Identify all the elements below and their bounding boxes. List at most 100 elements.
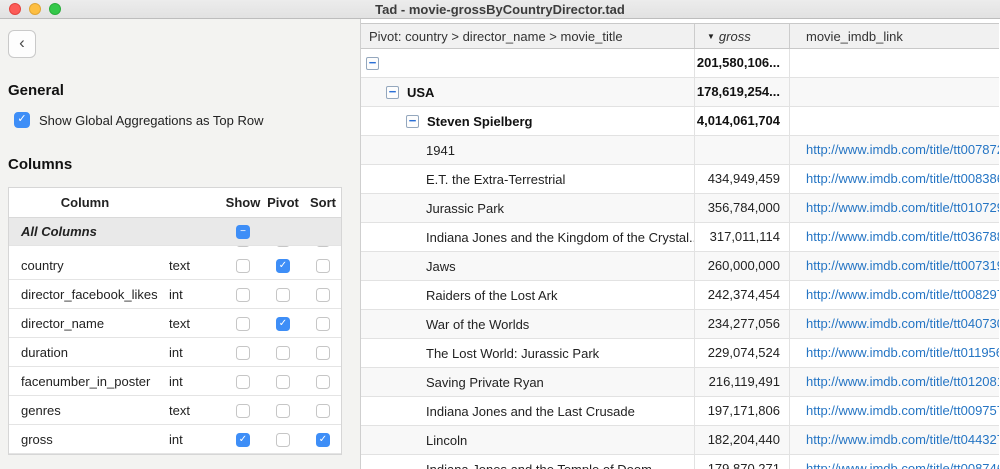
pivot-cell: − War of the Worlds (361, 310, 695, 338)
table-row[interactable]: − Lincoln 182,204,440 http://www.imdb.co… (361, 426, 999, 455)
table-row[interactable]: − The Lost World: Jurassic Park 229,074,… (361, 339, 999, 368)
gross-cell: 216,119,491 (695, 368, 790, 396)
imdb-link[interactable]: http://www.imdb.com/title/tt0407304/?r (806, 316, 999, 331)
table-row[interactable]: − Indiana Jones and the Temple of Doom 1… (361, 455, 999, 469)
imdb-link[interactable]: http://www.imdb.com/title/tt0120815/?r (806, 374, 999, 389)
collapse-toggle-icon[interactable]: − (406, 115, 419, 128)
column-row[interactable]: director_name text ✓ (9, 309, 341, 338)
imdb-link[interactable]: http://www.imdb.com/title/tt0443272/?r (806, 432, 999, 447)
pivot-checkbox[interactable] (276, 433, 290, 447)
pivot-checkbox[interactable]: ✓ (276, 317, 290, 331)
imdb-link-column-header[interactable]: movie_imdb_link (790, 29, 999, 44)
pivot-checkbox[interactable] (276, 346, 290, 360)
column-row[interactable]: genres text (9, 396, 341, 425)
columns-table-header: Column Show Pivot Sort (9, 188, 341, 218)
imdb-link[interactable]: http://www.imdb.com/title/tt0097576/?r (806, 403, 999, 418)
columns-table: Column Show Pivot Sort All Columns − (8, 187, 342, 455)
column-type: int (161, 287, 223, 302)
gross-cell: 434,949,459 (695, 165, 790, 193)
imdb-link[interactable]: http://www.imdb.com/title/tt0119567/?r (806, 345, 999, 360)
pivot-cell: − Jaws (361, 252, 695, 280)
imdb-link[interactable]: http://www.imdb.com/title/tt0073195/?r (806, 258, 999, 273)
table-row[interactable]: − Steven Spielberg 4,014,061,704 (361, 107, 999, 136)
table-row[interactable]: − Indiana Jones and the Last Crusade 197… (361, 397, 999, 426)
column-row[interactable]: director_facebook_likes int (9, 280, 341, 309)
imdb-link[interactable]: http://www.imdb.com/title/tt0087469/?r (806, 461, 999, 469)
table-row[interactable]: − Jaws 260,000,000 http://www.imdb.com/t… (361, 252, 999, 281)
show-checkbox[interactable] (236, 288, 250, 302)
all-columns-show-checkbox[interactable]: − (236, 225, 250, 239)
column-row[interactable]: duration int (9, 338, 341, 367)
table-row[interactable]: − Raiders of the Lost Ark 242,374,454 ht… (361, 281, 999, 310)
column-row[interactable]: country text ✓ (9, 251, 341, 280)
collapse-sidebar-button[interactable]: ‹ (8, 30, 36, 58)
column-row[interactable]: gross int ✓ ✓ (9, 425, 341, 454)
sort-checkbox[interactable] (316, 288, 330, 302)
pivot-cell: − Indiana Jones and the Temple of Doom (361, 455, 695, 469)
column-type: text (161, 403, 223, 418)
show-checkbox[interactable] (236, 317, 250, 331)
pivot-checkbox[interactable]: ✓ (276, 259, 290, 273)
imdb-link[interactable]: http://www.imdb.com/title/tt0107290/?r (806, 200, 999, 215)
sort-checkbox[interactable] (316, 404, 330, 418)
column-name: director_name (9, 316, 161, 331)
pivot-checkbox[interactable] (276, 404, 290, 418)
sort-checkbox[interactable] (316, 346, 330, 360)
table-row[interactable]: − 201,580,106... (361, 49, 999, 78)
collapse-toggle-icon[interactable]: − (366, 57, 379, 70)
row-label: War of the Worlds (426, 317, 529, 332)
pivot-cell: − USA (361, 78, 695, 106)
back-chevron-icon: ‹ (19, 33, 25, 53)
table-row[interactable]: − War of the Worlds 234,277,056 http://w… (361, 310, 999, 339)
sort-checkbox[interactable] (316, 317, 330, 331)
table-row[interactable]: − E.T. the Extra-Terrestrial 434,949,459… (361, 165, 999, 194)
imdb-link[interactable]: http://www.imdb.com/title/tt0082971/?r (806, 287, 999, 302)
pivot-checkbox[interactable] (276, 288, 290, 302)
sort-checkbox[interactable] (316, 259, 330, 273)
sort-checkbox[interactable]: ✓ (316, 433, 330, 447)
row-label: 1941 (426, 143, 455, 158)
imdb-link[interactable]: http://www.imdb.com/title/tt0367882/?r (806, 229, 999, 244)
sort-checkbox[interactable] (316, 375, 330, 389)
row-label: Jurassic Park (426, 201, 504, 216)
pivot-cell: − Steven Spielberg (361, 107, 695, 135)
all-columns-row[interactable]: All Columns − (9, 218, 341, 246)
column-name: director_facebook_likes (9, 287, 161, 302)
row-label: Raiders of the Lost Ark (426, 288, 558, 303)
close-window-button[interactable] (9, 3, 21, 15)
table-row[interactable]: − Jurassic Park 356,784,000 http://www.i… (361, 194, 999, 223)
row-label: Indiana Jones and the Last Crusade (426, 404, 635, 419)
gross-column-header[interactable]: ▼ gross (695, 24, 790, 48)
show-checkbox[interactable] (236, 404, 250, 418)
show-checkbox[interactable] (236, 259, 250, 273)
table-row[interactable]: − Saving Private Ryan 216,119,491 http:/… (361, 368, 999, 397)
imdb-link-cell: http://www.imdb.com/title/tt0407304/?r (790, 310, 999, 338)
imdb-link-cell: http://www.imdb.com/title/tt0087469/?r (790, 455, 999, 469)
imdb-link-cell: http://www.imdb.com/title/tt0078723/?r (790, 136, 999, 164)
gross-cell: 201,580,106... (695, 49, 790, 77)
pivot-column-header[interactable]: Pivot: country > director_name > movie_t… (361, 24, 695, 48)
column-row[interactable]: facenumber_in_poster int (9, 367, 341, 396)
show-checkbox[interactable]: ✓ (236, 433, 250, 447)
window-title: Tad - movie-grossByCountryDirector.tad (0, 2, 1000, 17)
show-checkbox[interactable] (236, 346, 250, 360)
show-checkbox[interactable] (236, 375, 250, 389)
row-label: Steven Spielberg (427, 114, 532, 129)
table-row[interactable]: − Indiana Jones and the Kingdom of the C… (361, 223, 999, 252)
pivot-checkbox[interactable] (276, 375, 290, 389)
pivot-cell: − The Lost World: Jurassic Park (361, 339, 695, 367)
imdb-link-cell: http://www.imdb.com/title/tt0120815/?r (790, 368, 999, 396)
imdb-link[interactable]: http://www.imdb.com/title/tt0083866/?r (806, 171, 999, 186)
table-row[interactable]: − 1941 http://www.imdb.com/title/tt00787… (361, 136, 999, 165)
global-aggregations-checkbox[interactable]: ✓ (14, 112, 30, 128)
row-label: Jaws (426, 259, 456, 274)
zoom-window-button[interactable] (49, 3, 61, 15)
imdb-link[interactable]: http://www.imdb.com/title/tt0078723/?r (806, 142, 999, 157)
row-label: USA (407, 85, 434, 100)
global-aggregations-setting: ✓ Show Global Aggregations as Top Row (8, 112, 360, 128)
collapse-toggle-icon[interactable]: − (386, 86, 399, 99)
pivot-cell: − Raiders of the Lost Ark (361, 281, 695, 309)
table-row[interactable]: − USA 178,619,254... (361, 78, 999, 107)
pivot-header: Pivot (263, 195, 303, 210)
minimize-window-button[interactable] (29, 3, 41, 15)
